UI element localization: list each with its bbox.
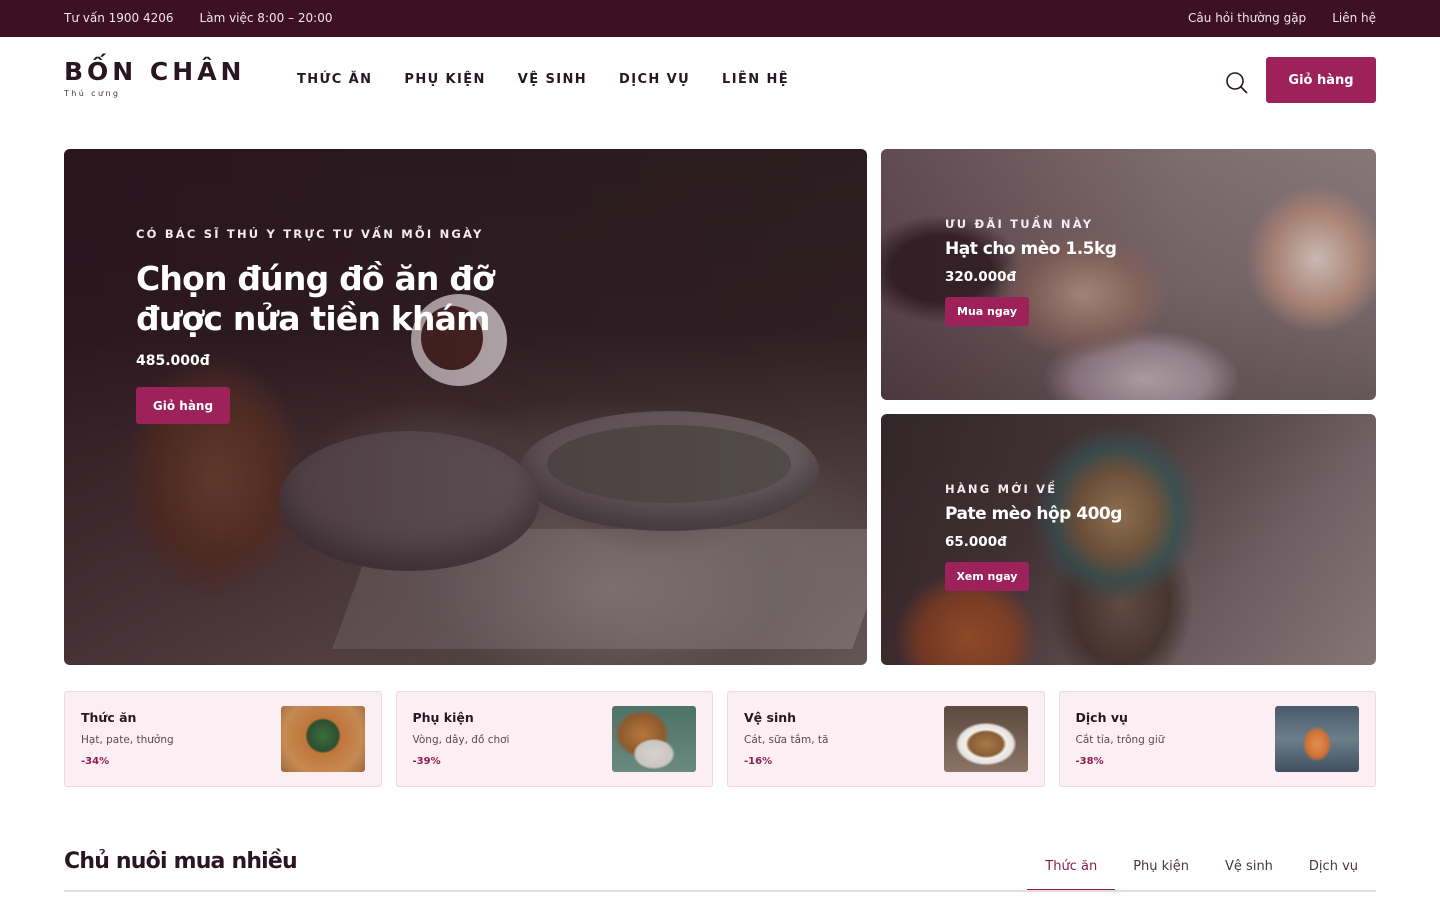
logo-tagline: Thú cưng [64,89,121,98]
category-desc: Hạt, pate, thưởng [81,734,174,746]
category-card-hygiene[interactable]: Vệ sinh Cát, sữa tắm, tã -16% [727,691,1045,787]
search-icon[interactable] [1225,71,1249,95]
tab-hygiene[interactable]: Vệ sinh [1207,859,1291,891]
top-bar-links: Câu hỏi thường gặp Liên hệ [1188,11,1376,25]
category-list: Thức ăn Hạt, pate, thưởng -34% Phụ kiện … [64,691,1376,787]
promo-price: 320.000đ [945,269,1017,285]
nav-item-accessories[interactable]: PHỤ KIỆN [404,72,485,87]
nav-item-services[interactable]: DỊCH VỤ [619,72,690,87]
category-desc: Cát, sữa tắm, tã [744,734,829,746]
category-discount: -16% [744,756,773,767]
category-thumbnail [1275,706,1359,772]
category-title: Thức ăn [81,710,137,725]
category-title: Vệ sinh [744,710,797,725]
category-thumbnail [612,706,696,772]
cart-button[interactable]: Giỏ hàng [1266,57,1376,103]
hero-main-banner[interactable]: CÓ BÁC SĨ THÚ Y TRỰC TƯ VẤN MỖI NGÀY Chọ… [64,149,867,665]
logo-brand: BỐN CHÂN [64,57,246,86]
nav-item-contact[interactable]: LIÊN HỆ [722,72,789,87]
best-sellers-tabs: Thức ăn Phụ kiện Vệ sinh Dịch vụ [1027,859,1376,891]
top-bar-info: Tư vấn 1900 4206 Làm việc 8:00 – 20:00 [64,11,332,25]
tab-accessories[interactable]: Phụ kiện [1115,859,1207,891]
tab-services[interactable]: Dịch vụ [1291,859,1376,891]
promo-eyebrow: HÀNG MỚI VỀ [945,482,1058,496]
nav-item-hygiene[interactable]: VỆ SINH [518,72,587,87]
category-title: Phụ kiện [412,710,474,725]
category-discount: -38% [1075,756,1104,767]
view-now-button[interactable]: Xem ngay [945,562,1029,591]
main-nav: THỨC ĂN PHỤ KIỆN VỆ SINH DỊCH VỤ LIÊN HỆ [297,72,789,87]
promo-content: ƯU ĐÃI TUẦN NÀY Hạt cho mèo 1.5kg 320.00… [945,217,1265,326]
category-thumbnail [280,706,365,772]
hero-cart-button[interactable]: Giỏ hàng [136,387,230,424]
best-sellers-section: Chủ nuôi mua nhiều Thức ăn Phụ kiện Vệ s… [64,849,1376,891]
category-discount: -34% [81,756,110,767]
hero-price: 485.000đ [136,353,210,369]
buy-now-button[interactable]: Mua ngay [945,297,1029,326]
faq-link[interactable]: Câu hỏi thường gặp [1188,11,1306,25]
category-thumbnail [943,706,1028,772]
category-desc: Vòng, dây, đồ chơi [412,734,510,746]
category-title: Dịch vụ [1075,710,1128,725]
promo-banner-weekly[interactable]: ƯU ĐÃI TUẦN NÀY Hạt cho mèo 1.5kg 320.00… [881,149,1376,400]
category-card-accessories[interactable]: Phụ kiện Vòng, dây, đồ chơi -39% [395,691,713,787]
top-bar: Tư vấn 1900 4206 Làm việc 8:00 – 20:00 C… [0,0,1440,37]
category-discount: -39% [412,756,441,767]
logo[interactable]: BỐN CHÂN Thú cưng [64,57,245,98]
working-hours-text: Làm việc 8:00 – 20:00 [199,11,333,25]
category-desc: Cắt tỉa, trông giữ [1075,734,1165,746]
promo-banner-new-arrival[interactable]: HÀNG MỚI VỀ Pate mèo hộp 400g 65.000đ Xe… [881,414,1376,665]
section-divider [64,890,1376,892]
promo-content: HÀNG MỚI VỀ Pate mèo hộp 400g 65.000đ Xe… [945,482,1265,591]
promo-title: Hạt cho mèo 1.5kg [945,239,1117,259]
hero-eyebrow: CÓ BÁC SĨ THÚ Y TRỰC TƯ VẤN MỖI NGÀY [136,227,484,241]
nav-item-food[interactable]: THỨC ĂN [297,72,372,87]
contact-link[interactable]: Liên hệ [1332,11,1376,25]
hotline-text: Tư vấn 1900 4206 [64,11,174,25]
category-card-food[interactable]: Thức ăn Hạt, pate, thưởng -34% [64,691,382,787]
site-header: BỐN CHÂN Thú cưng THỨC ĂN PHỤ KIỆN VỆ SI… [0,37,1440,125]
tab-food[interactable]: Thức ăn [1027,859,1116,891]
promo-eyebrow: ƯU ĐÃI TUẦN NÀY [945,217,1094,231]
promo-price: 65.000đ [945,534,1007,550]
promo-title: Pate mèo hộp 400g [945,504,1122,524]
hero-title: Chọn đúng đồ ăn đỡ được nửa tiền khám [136,259,495,338]
hero-main-content: CÓ BÁC SĨ THÚ Y TRỰC TƯ VẤN MỖI NGÀY Chọ… [136,227,556,424]
category-card-services[interactable]: Dịch vụ Cắt tỉa, trông giữ -38% [1058,691,1376,787]
